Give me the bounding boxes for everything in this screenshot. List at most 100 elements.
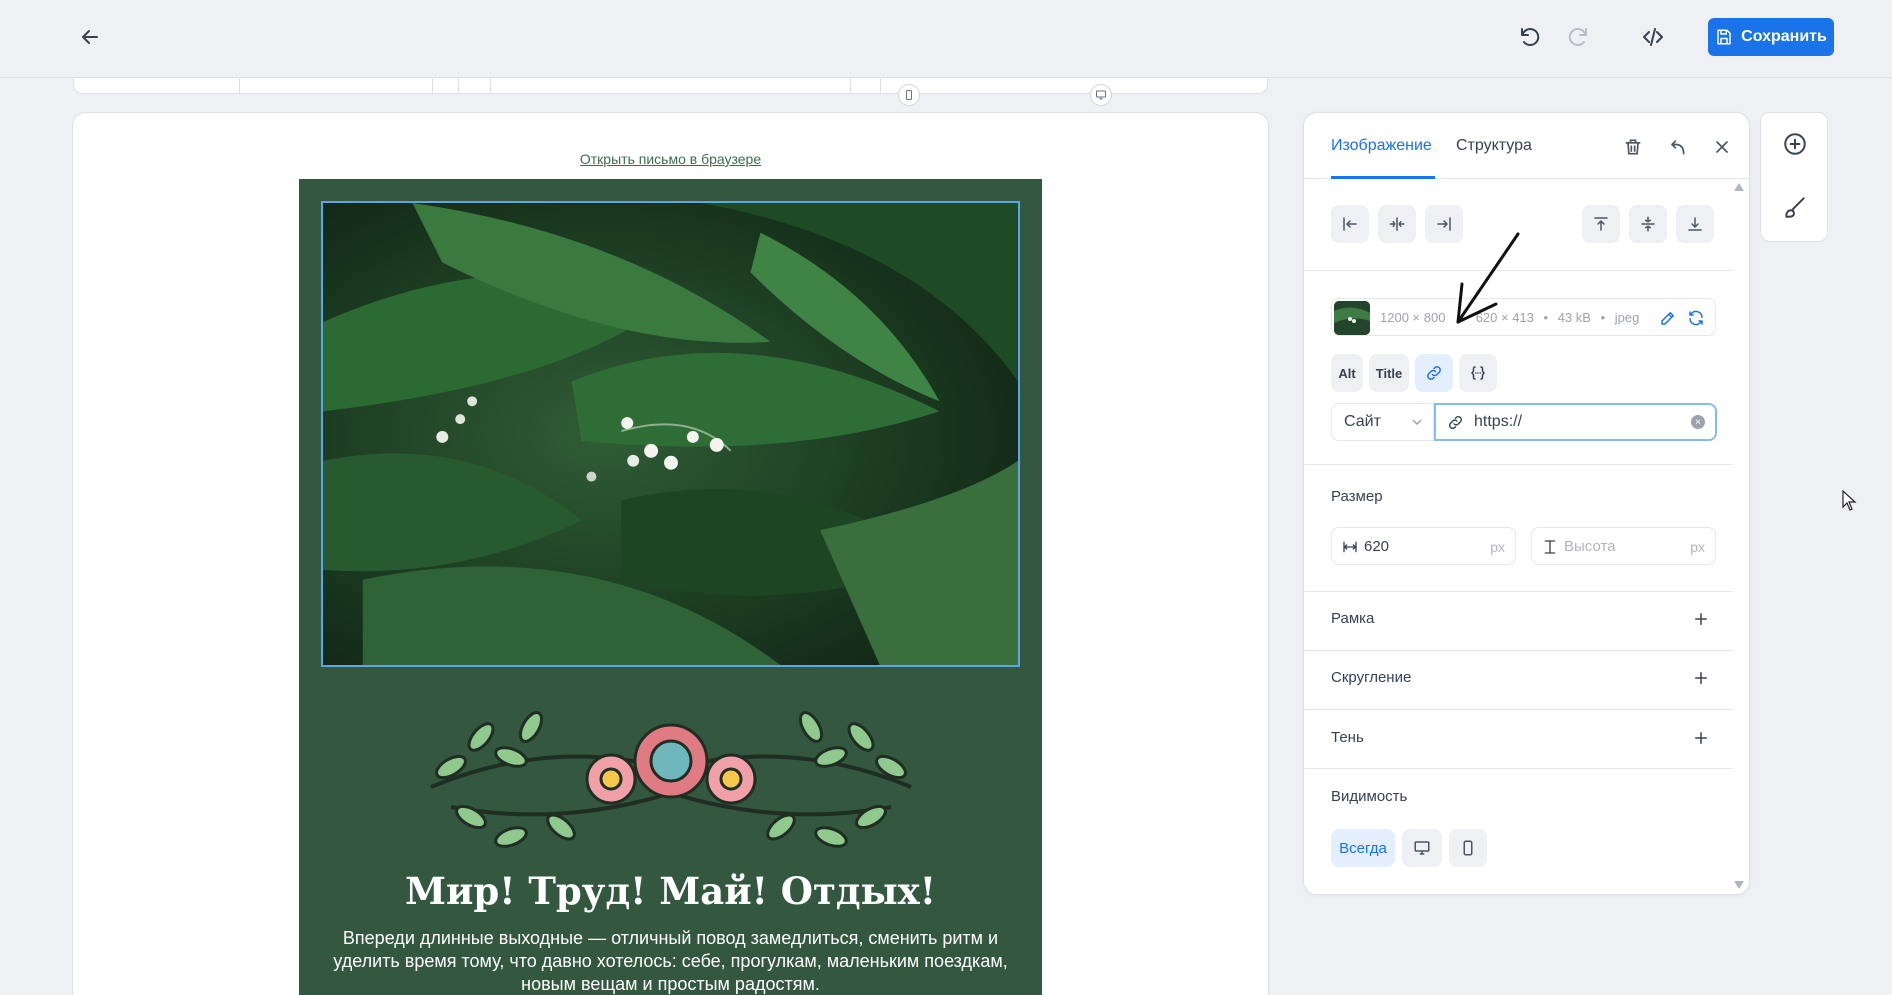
add-radius-icon[interactable] xyxy=(1690,667,1712,689)
add-shadow-icon[interactable] xyxy=(1690,727,1712,749)
border-label: Рамка xyxy=(1331,610,1375,627)
size-label: Размер xyxy=(1331,488,1383,505)
clear-input-icon[interactable]: × xyxy=(1691,415,1705,429)
shadow-label: Тень xyxy=(1331,729,1364,746)
width-icon xyxy=(1343,541,1357,553)
edit-image-icon[interactable] xyxy=(1658,308,1678,328)
strip-divider xyxy=(239,78,240,93)
add-block-button[interactable] xyxy=(1781,130,1809,158)
image-thumbnail xyxy=(1334,301,1370,335)
link-url-input[interactable] xyxy=(1474,411,1674,433)
hero-image[interactable] xyxy=(321,201,1020,667)
flower-wreath-illustration xyxy=(430,711,912,848)
align-left-button[interactable] xyxy=(1331,205,1369,243)
plus-circle-icon xyxy=(1784,133,1806,155)
tab-structure[interactable]: Структура xyxy=(1456,137,1532,155)
desktop-preview-toggle[interactable] xyxy=(1090,84,1112,106)
divider xyxy=(1304,464,1733,465)
delete-icon[interactable] xyxy=(1621,135,1645,159)
width-value: 620 xyxy=(1364,538,1390,555)
strip-divider xyxy=(490,78,491,93)
top-bar: Сохранить xyxy=(0,0,1892,78)
braces-icon xyxy=(1470,366,1486,380)
original-dimensions: 1200 × 800 xyxy=(1380,310,1446,325)
editor-strip xyxy=(73,78,1268,94)
link-url-field[interactable]: × xyxy=(1434,403,1717,441)
strip-divider xyxy=(432,78,433,93)
strip-divider xyxy=(850,78,851,93)
code-view-button[interactable] xyxy=(1633,17,1673,57)
email-canvas: Открыть письмо в браузере Мир! Труд! Май… xyxy=(72,112,1269,995)
email-headline: Мир! Труд! Май! Отдых! xyxy=(405,869,936,913)
divider xyxy=(1304,709,1733,710)
mouse-cursor-icon xyxy=(1842,490,1857,511)
tab-image[interactable]: Изображение xyxy=(1331,137,1432,155)
valign-top-button[interactable] xyxy=(1582,205,1620,243)
annotation-arrow-icon xyxy=(1456,232,1520,324)
close-icon[interactable] xyxy=(1710,135,1734,159)
side-toolbar xyxy=(1760,112,1828,242)
redo-button[interactable] xyxy=(1558,17,1598,57)
title-button[interactable]: Title xyxy=(1369,354,1409,392)
valign-middle-button[interactable] xyxy=(1629,205,1667,243)
link-icon xyxy=(1448,415,1463,430)
strip-divider xyxy=(880,78,881,93)
styles-button[interactable] xyxy=(1781,193,1809,221)
align-left-icon xyxy=(1343,217,1357,231)
scroll-down-icon[interactable] xyxy=(1734,881,1744,889)
divider xyxy=(1304,768,1733,769)
strip-divider xyxy=(458,78,459,93)
back-button[interactable] xyxy=(70,17,110,57)
divider xyxy=(1304,591,1733,592)
panel-tabs: Изображение Структура xyxy=(1304,113,1749,179)
visibility-mobile-button[interactable] xyxy=(1449,829,1487,867)
align-center-icon xyxy=(1389,217,1405,231)
brush-icon xyxy=(1785,197,1805,218)
mobile-icon xyxy=(906,90,912,100)
link-type-value: Сайт xyxy=(1344,413,1381,430)
alt-button[interactable]: Alt xyxy=(1331,354,1363,392)
align-center-button[interactable] xyxy=(1378,205,1416,243)
save-label: Сохранить xyxy=(1741,28,1827,45)
height-placeholder: Высота xyxy=(1564,538,1616,555)
link-icon xyxy=(1427,366,1441,380)
visibility-always-button[interactable]: Всегда xyxy=(1331,829,1395,867)
replace-image-icon[interactable] xyxy=(1686,308,1706,328)
visibility-desktop-button[interactable] xyxy=(1402,829,1442,867)
active-tab-indicator xyxy=(1331,176,1435,179)
email-paragraph: Впереди длинные выходные — отличный пово… xyxy=(333,928,1008,994)
width-field[interactable]: 620 px xyxy=(1331,527,1516,565)
desktop-icon xyxy=(1414,841,1430,855)
mobile-icon xyxy=(1463,840,1473,856)
scroll-up-icon[interactable] xyxy=(1734,183,1744,191)
email-body-block: Мир! Труд! Май! Отдых! Впереди длинные в… xyxy=(299,179,1042,995)
desktop-icon xyxy=(1096,90,1106,100)
undo-icon xyxy=(1521,28,1540,46)
link-toggle-button[interactable] xyxy=(1415,354,1453,392)
valign-bottom-button[interactable] xyxy=(1676,205,1714,243)
width-unit: px xyxy=(1490,539,1505,555)
link-type-select[interactable]: Сайт xyxy=(1331,403,1434,441)
divider xyxy=(1304,650,1733,651)
align-top-icon xyxy=(1594,217,1608,231)
open-in-browser-link[interactable]: Открыть письмо в браузере xyxy=(73,151,1268,167)
mobile-preview-toggle[interactable] xyxy=(898,84,920,106)
file-format: jpeg xyxy=(1614,310,1640,325)
save-icon xyxy=(1717,29,1731,45)
undo-button[interactable] xyxy=(1510,17,1550,57)
chevron-down-icon xyxy=(1412,419,1422,426)
height-icon xyxy=(1544,540,1556,554)
save-button[interactable]: Сохранить xyxy=(1708,18,1834,56)
code-icon xyxy=(1643,28,1663,46)
select-parent-icon[interactable] xyxy=(1665,135,1689,159)
add-border-icon[interactable] xyxy=(1690,608,1712,630)
radius-label: Скругление xyxy=(1331,669,1412,686)
lily-of-the-valley-photo xyxy=(323,203,1018,665)
redo-icon xyxy=(1568,28,1587,46)
height-unit: px xyxy=(1690,539,1705,555)
align-bottom-icon xyxy=(1688,217,1702,231)
visibility-label: Видимость xyxy=(1331,788,1408,805)
variables-button[interactable] xyxy=(1459,354,1497,392)
height-field[interactable]: Высота px xyxy=(1531,527,1716,565)
align-middle-icon xyxy=(1641,216,1655,232)
